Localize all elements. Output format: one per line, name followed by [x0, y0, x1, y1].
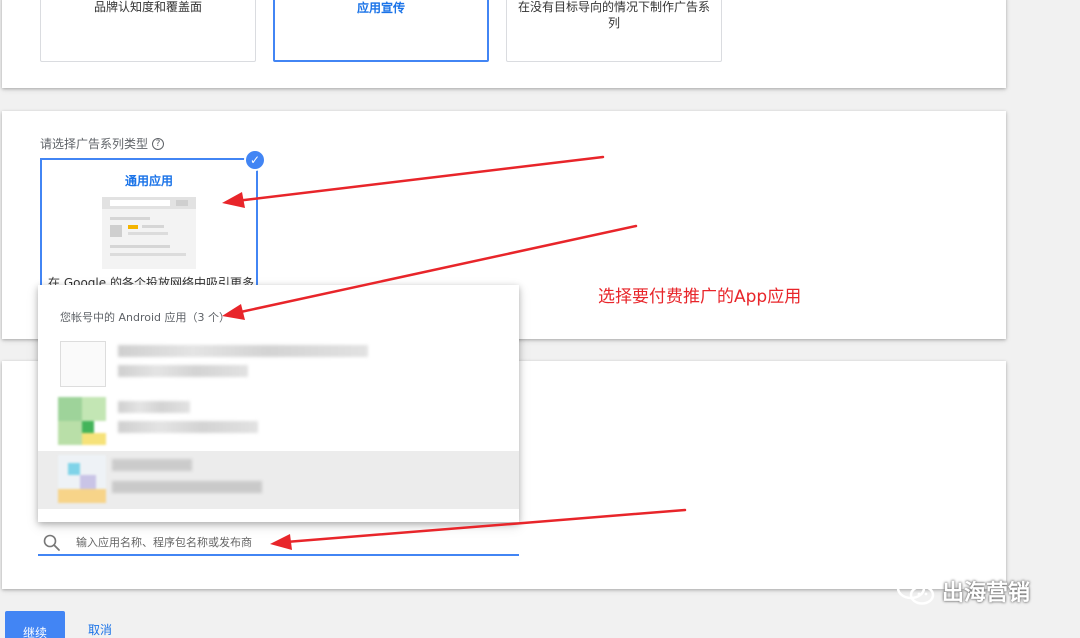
page: 品牌认知度和覆盖面 应用宣传 在没有目标导向的情况下制作广告系列 请选择广告系列…	[0, 0, 1080, 638]
search-input[interactable]	[74, 535, 494, 550]
app-publisher-blurred	[112, 481, 262, 493]
app-list-item[interactable]	[38, 393, 519, 451]
check-icon: ✓	[244, 149, 266, 171]
app-name-blurred	[118, 345, 368, 357]
goal-card: 品牌认知度和覆盖面 应用宣传 在没有目标导向的情况下制作广告系列	[2, 0, 1006, 88]
app-name-blurred	[112, 459, 192, 471]
campaign-type-title: 通用应用	[124, 174, 173, 188]
campaign-type-prompt-text: 请选择广告系列类型	[40, 137, 149, 151]
app-icon	[58, 397, 106, 445]
watermark: 出海营销	[896, 575, 1030, 607]
universal-app-illustration-icon	[102, 197, 196, 269]
app-icon	[58, 455, 106, 503]
app-list-item[interactable]	[38, 335, 519, 393]
cancel-button[interactable]: 取消	[88, 621, 112, 638]
goal-label: 在没有目标导向的情况下制作广告系列	[517, 0, 710, 30]
goal-label: 应用宣传	[356, 1, 405, 15]
app-list-item[interactable]	[38, 451, 519, 509]
app-publisher-blurred	[118, 421, 258, 433]
goal-label: 品牌认知度和覆盖面	[93, 0, 202, 14]
app-search-field[interactable]	[38, 531, 519, 556]
app-publisher-blurred	[118, 365, 248, 377]
app-name-blurred	[118, 401, 190, 413]
dropdown-header: 您帐号中的 Android 应用（3 个）	[60, 311, 231, 324]
help-circle-icon[interactable]: ?	[152, 137, 165, 150]
goal-app-promotion[interactable]: 应用宣传	[273, 0, 489, 62]
annotation-text: 选择要付费推广的App应用	[598, 287, 802, 307]
app-dropdown: 您帐号中的 Android 应用（3 个）	[38, 285, 519, 522]
campaign-type-prompt: 请选择广告系列类型 ?	[40, 135, 165, 152]
app-icon	[60, 341, 106, 387]
watermark-text: 出海营销	[942, 581, 1031, 606]
search-icon	[43, 534, 60, 551]
continue-button[interactable]: 继续	[5, 611, 65, 638]
wechat-icon	[896, 576, 935, 605]
goal-no-guidance[interactable]: 在没有目标导向的情况下制作广告系列	[506, 0, 722, 62]
goal-brand-awareness[interactable]: 品牌认知度和覆盖面	[40, 0, 256, 62]
